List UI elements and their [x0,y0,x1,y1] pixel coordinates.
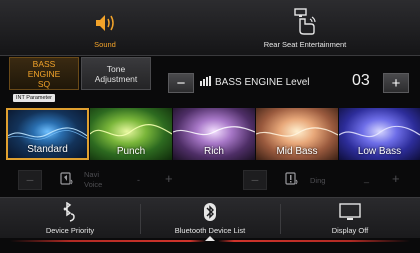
tab-bass-engine-sq[interactable]: BASS ENGINE SQ [9,57,79,90]
level-decrease-button[interactable]: − [168,73,194,93]
preset-low-bass[interactable]: Low Bass [339,108,420,160]
preset-mid-bass[interactable]: Mid Bass [256,108,338,160]
ding-value: _ [364,173,370,183]
level-label: BASS ENGINE Level [215,77,310,88]
display-off-label: Display Off [331,226,369,235]
navi-voice-increase-button[interactable]: + [165,171,173,186]
level-value: 03 [352,72,370,89]
level-increase-button[interactable]: + [383,73,409,93]
ding-increase-button[interactable]: + [392,171,400,186]
int-parameter-badge: INT Parameter [13,94,55,102]
bottom-bar: Device Priority Bluetooth Device List Di… [0,197,420,238]
bass-engine-level: BASS ENGINE Level [200,76,309,89]
preset-label: Standard [27,144,68,155]
ding-label: Ding [310,176,326,185]
navi-voice-label: Navi Voice [84,170,103,189]
preset-label: Mid Bass [276,146,318,157]
tab-bass-engine-sq-label: BASS ENGINE SQ [27,58,61,89]
preset-rich[interactable]: Rich [173,108,255,160]
rear-seat-label: Rear Seat Entertainment [263,40,347,49]
sound-label: Sound [94,40,116,49]
tab-tone-adjustment-label: Tone Adjustment [94,63,138,84]
sound-button[interactable]: Sound [60,0,150,55]
bluetooth-device-list-button[interactable]: Bluetooth Device List [140,198,280,238]
level-bars-icon [200,76,212,89]
preset-standard[interactable]: Standard [6,108,89,160]
top-bar: Sound Rear Seat Entertainment [0,0,420,56]
ding-decrease-button[interactable]: − [243,170,267,190]
bluetooth-list-label: Bluetooth Device List [174,226,246,235]
preset-label: Punch [116,146,146,157]
device-priority-label: Device Priority [45,226,95,235]
device-priority-icon [60,201,80,227]
speaker-icon [93,12,117,39]
audio-settings-screen: Sound Rear Seat Entertainment BASS ENGIN… [0,0,420,253]
preset-punch[interactable]: Punch [90,108,172,160]
ding-icon [285,172,299,192]
bluetooth-icon [203,202,217,227]
navi-voice-decrease-button[interactable]: − [18,170,42,190]
preset-label: Low Bass [357,146,402,157]
navi-voice-value: - [137,175,140,185]
drawer-handle-icon[interactable] [205,236,215,241]
device-priority-button[interactable]: Device Priority [0,198,140,238]
rear-seat-entertainment-button[interactable]: Rear Seat Entertainment [240,0,370,55]
display-icon [339,202,361,227]
display-off-button[interactable]: Display Off [280,198,420,238]
preset-strip: Standard Punch Rich Mid Bass Low Bass [6,108,420,160]
tab-tone-adjustment[interactable]: Tone Adjustment [81,57,151,90]
preset-label: Rich [203,146,224,157]
rear-seat-monitor-icon [293,8,317,41]
navi-voice-icon [60,172,74,192]
